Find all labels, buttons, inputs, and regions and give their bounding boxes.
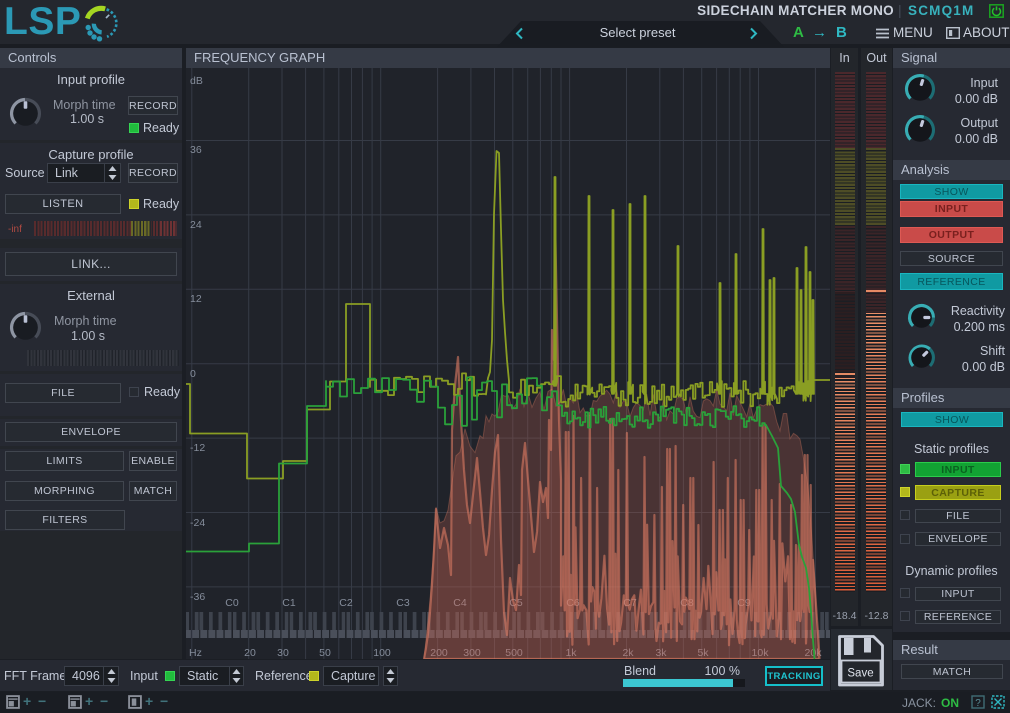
svg-text:36: 36: [190, 144, 202, 156]
svg-text:20: 20: [244, 647, 256, 659]
svg-text:-12: -12: [190, 442, 205, 454]
svg-text:-24: -24: [190, 517, 205, 529]
svg-text:C2: C2: [339, 597, 353, 609]
svg-text:Save: Save: [847, 668, 873, 680]
svg-text:dB: dB: [190, 75, 203, 87]
svg-text:0: 0: [190, 368, 196, 380]
svg-text:?: ?: [975, 698, 981, 709]
svg-text:30: 30: [277, 647, 289, 659]
svg-text:C3: C3: [396, 597, 410, 609]
svg-text:-36: -36: [190, 591, 205, 603]
svg-text:Hz: Hz: [189, 647, 202, 659]
svg-text:C0: C0: [225, 597, 239, 609]
svg-text:100: 100: [373, 647, 391, 659]
svg-text:C1: C1: [282, 597, 296, 609]
svg-text:24: 24: [190, 219, 202, 231]
svg-text:12: 12: [190, 293, 202, 305]
svg-text:50: 50: [319, 647, 331, 659]
